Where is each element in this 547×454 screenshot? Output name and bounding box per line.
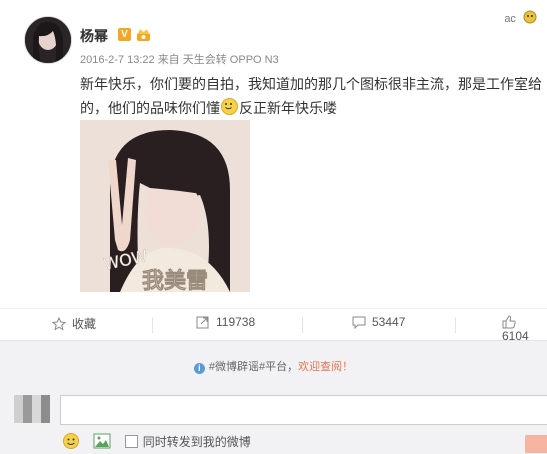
comment-submit-button[interactable] — [525, 435, 547, 453]
vip-crown-icon — [137, 29, 150, 41]
favorite-button[interactable]: 收藏 — [52, 315, 96, 332]
repost-button[interactable]: 119738 — [196, 315, 255, 329]
my-avatar — [14, 395, 50, 423]
divider — [302, 317, 303, 333]
repost-checkbox[interactable] — [124, 435, 138, 448]
thumbs-up-icon — [502, 315, 516, 329]
post-card: 杨幂 V ac 2016-2-7 13:22 来自 天生会转 OPPO N3 新… — [0, 0, 547, 343]
post-text-line-1: 新年快乐，你们要的自拍，我知道加的那几个图标很非主流，那是工作室给 — [80, 76, 542, 92]
post-source[interactable]: 天生会转 OPPO N3 — [183, 54, 279, 66]
post-photo[interactable]: WOW 我美雷 — [80, 120, 250, 292]
like-button[interactable]: 6104 — [502, 315, 547, 343]
divider — [152, 317, 153, 333]
post-text-line-2: 的，他们的品味你们懂 反正新年快乐喽 — [80, 98, 337, 116]
info-icon: i — [193, 363, 205, 374]
notice-link[interactable]: 欢迎查阅！ — [298, 361, 353, 373]
comment-toolbar: 同时转发到我的微博 — [60, 432, 251, 452]
post-timestamp[interactable]: 2016-2-7 13:22 — [80, 54, 155, 66]
comment-icon — [352, 316, 366, 329]
comment-button[interactable]: 53447 — [352, 315, 405, 329]
post-actions-bar: 收藏 119738 53447 6104 — [0, 308, 547, 343]
photo-sticker-cn: 我美雷 — [142, 268, 208, 292]
smile-emoji-icon — [221, 98, 238, 115]
corner-decoration: ac — [504, 10, 541, 25]
verified-badge-icon: V — [118, 28, 131, 41]
user-avatar[interactable] — [24, 16, 72, 64]
emoji-icon[interactable] — [62, 432, 80, 450]
repost-checkbox-group[interactable]: 同时转发到我的微博 — [124, 435, 251, 449]
rumor-notice: i #微博辟谣#平台，欢迎查阅！ — [0, 358, 547, 374]
image-icon[interactable] — [93, 433, 111, 449]
post-text: 新年快乐，你们要的自拍，我知道加的那几个图标很非主流，那是工作室给 的，他们的品… — [80, 72, 547, 120]
star-icon — [52, 317, 66, 331]
post-meta: 2016-2-7 13:22 来自 天生会转 OPPO N3 — [80, 51, 279, 67]
repost-icon — [196, 316, 209, 329]
source-prefix: 来自 — [157, 54, 180, 66]
comment-input[interactable] — [60, 395, 547, 425]
username[interactable]: 杨幂 — [80, 26, 108, 46]
divider — [455, 317, 456, 333]
